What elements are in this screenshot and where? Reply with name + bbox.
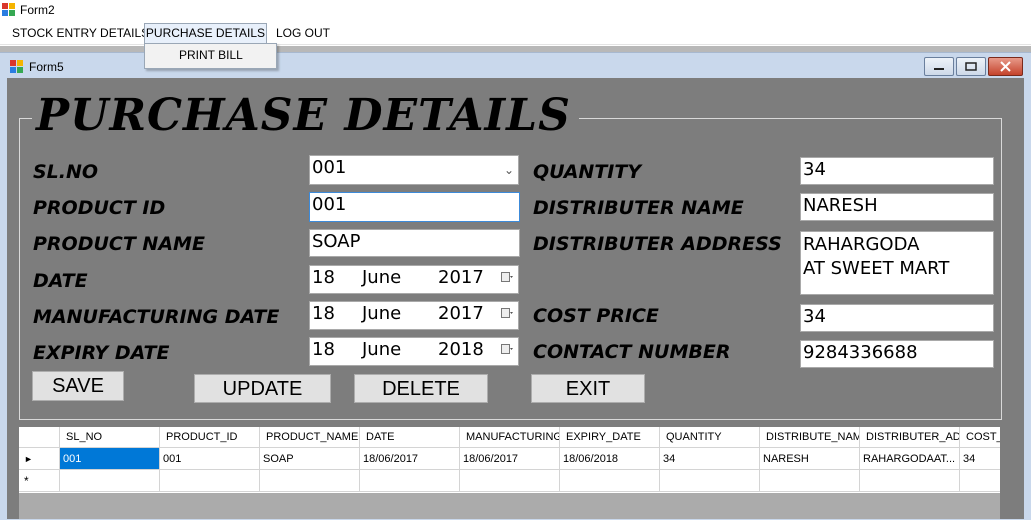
menu-stock-entry-details[interactable]: STOCK ENTRY DETAILS: [4, 25, 157, 43]
grid-cell[interactable]: 18/06/2017: [460, 448, 560, 470]
page-title: PURCHASE DETAILS: [32, 88, 579, 144]
manufacturing-date-year: 2017: [438, 303, 484, 324]
address-line-1: RAHARGODA: [803, 234, 920, 255]
grid-column-header[interactable]: DATE: [360, 427, 460, 448]
address-line-2: AT SWEET MART: [803, 258, 950, 279]
minimize-icon: [934, 68, 944, 70]
grid-cell[interactable]: 001: [60, 448, 160, 470]
grid-cell[interactable]: RAHARGODAAT...: [860, 448, 960, 470]
grid-cell[interactable]: 18/06/2018: [560, 448, 660, 470]
distributer-address-textarea[interactable]: RAHARGODA AT SWEET MART: [800, 231, 994, 295]
label-quantity: QUANTITY: [533, 161, 642, 183]
grid-column-header[interactable]: PRODUCT_ID: [160, 427, 260, 448]
update-button[interactable]: UPDATE: [194, 374, 331, 403]
grid-new-row-cell[interactable]: [860, 470, 960, 492]
grid-cell[interactable]: 001: [160, 448, 260, 470]
delete-button[interactable]: DELETE: [354, 374, 488, 403]
grid-column-header[interactable]: MANUFACTURING: [460, 427, 560, 448]
grid-cell[interactable]: 34: [960, 448, 1000, 470]
grid-new-row-cell[interactable]: [660, 470, 760, 492]
grid-column-header[interactable]: EXPIRY_DATE: [560, 427, 660, 448]
grid-cell[interactable]: NARESH: [760, 448, 860, 470]
grid-column-header[interactable]: DISTRIBUTE_NAM: [760, 427, 860, 448]
grid-cell[interactable]: 34: [660, 448, 760, 470]
distributer-name-input[interactable]: NARESH: [800, 193, 994, 221]
restore-icon: [965, 62, 977, 71]
menu-purchase-details[interactable]: PURCHASE DETAILS: [144, 23, 267, 44]
grid-column-header[interactable]: PRODUCT_NAME: [260, 427, 360, 448]
manufacturing-date-day: 18: [312, 303, 335, 324]
grid-new-row-cell[interactable]: [360, 470, 460, 492]
grid-new-row-cell[interactable]: [460, 470, 560, 492]
date-month: June: [362, 267, 402, 288]
calendar-icon: [501, 272, 513, 282]
contact-number-input[interactable]: 9284336688: [800, 340, 994, 368]
product-id-input[interactable]: 001: [309, 192, 520, 222]
expiry-date-picker[interactable]: 18 June 2018: [309, 337, 519, 366]
grid-column-header[interactable]: SL_NO: [60, 427, 160, 448]
form-icon: [10, 60, 23, 73]
row-header-current[interactable]: ►: [19, 448, 60, 470]
window-title: Form2: [20, 3, 55, 17]
save-button[interactable]: SAVE: [32, 371, 124, 401]
date-year: 2017: [438, 267, 484, 288]
exit-button[interactable]: EXIT: [531, 374, 645, 403]
label-expiry-date: EXPIRY DATE: [33, 342, 170, 364]
calendar-icon: [501, 308, 513, 318]
grid-new-row-cell[interactable]: [960, 470, 1000, 492]
grid-new-row-cell[interactable]: [260, 470, 360, 492]
menu-log-out[interactable]: LOG OUT: [268, 25, 338, 43]
grid-body: SL_NO PRODUCT_ID PRODUCT_NAME DATE MANUFACTU…: [19, 427, 1000, 493]
label-distributer-name: DISTRIBUTER NAME: [533, 197, 744, 219]
grid-column-header[interactable]: QUANTITY: [660, 427, 760, 448]
menu-print-bill[interactable]: PRINT BILL: [179, 48, 243, 62]
expiry-date-year: 2018: [438, 339, 484, 360]
grid-new-row-cell[interactable]: [560, 470, 660, 492]
title-bar: [0, 0, 1031, 20]
expiry-date-day: 18: [312, 339, 335, 360]
sl-no-value: 001: [312, 157, 347, 178]
grid-column-header[interactable]: DISTRIBUTER_AD: [860, 427, 960, 448]
row-header-new[interactable]: *: [19, 470, 60, 492]
manufacturing-date-picker[interactable]: 18 June 2017: [309, 301, 519, 330]
grid-cell[interactable]: 18/06/2017: [360, 448, 460, 470]
label-product-name: PRODUCT NAME: [33, 233, 205, 255]
close-icon: [1000, 61, 1011, 72]
label-manufacturing-date: MANUFACTURING DATE: [33, 306, 280, 328]
close-button[interactable]: [988, 57, 1023, 76]
grid-column-header[interactable]: COST_: [960, 427, 1000, 448]
app-icon: [2, 3, 15, 16]
child-window-title: Form5: [29, 60, 64, 74]
label-date: DATE: [33, 270, 88, 292]
label-product-id: PRODUCT ID: [33, 197, 166, 219]
data-grid[interactable]: SL_NO PRODUCT_ID PRODUCT_NAME DATE MANUFACTU…: [19, 427, 1000, 519]
date-picker[interactable]: 18 June 2017: [309, 265, 519, 294]
label-cost-price: COST PRICE: [533, 305, 659, 327]
expiry-date-month: June: [362, 339, 402, 360]
label-distributer-address: DISTRIBUTER ADDRESS: [533, 233, 782, 255]
sl-no-combobox[interactable]: 001 ⌄: [309, 155, 519, 185]
grid-new-row-cell[interactable]: [160, 470, 260, 492]
restore-button[interactable]: [956, 57, 986, 76]
product-name-input[interactable]: SOAP: [309, 229, 520, 257]
purchase-details-dropdown: PRINT BILL: [144, 43, 277, 69]
manufacturing-date-month: June: [362, 303, 402, 324]
grid-cell[interactable]: SOAP: [260, 448, 360, 470]
label-contact-number: CONTACT NUMBER: [533, 341, 731, 363]
chevron-down-icon: ⌄: [503, 163, 514, 177]
minimize-button[interactable]: [924, 57, 954, 76]
grid-new-row-cell[interactable]: [760, 470, 860, 492]
grid-corner-header: [19, 427, 60, 448]
cost-price-input[interactable]: 34: [800, 304, 994, 332]
grid-new-row-cell[interactable]: [60, 470, 160, 492]
quantity-input[interactable]: 34: [800, 157, 994, 185]
label-sl-no: SL.NO: [33, 161, 99, 183]
date-day: 18: [312, 267, 335, 288]
calendar-icon: [501, 344, 513, 354]
